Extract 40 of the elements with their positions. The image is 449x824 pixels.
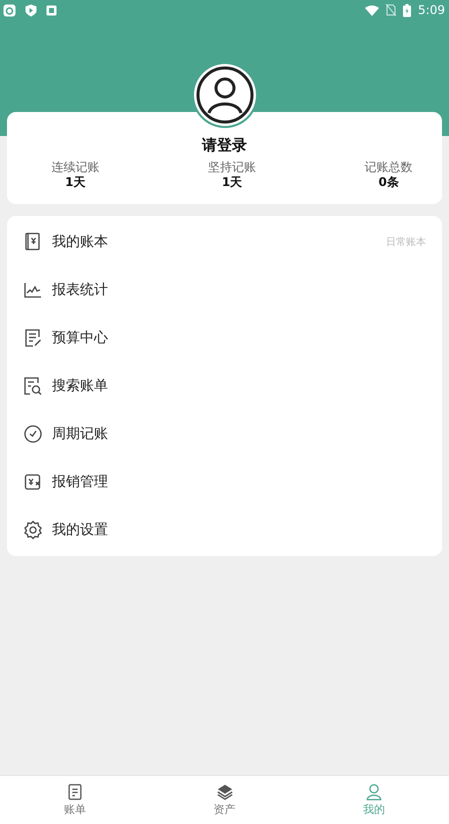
menu-label: 我的账本 <box>52 233 108 251</box>
menu-item[interactable]: 我的账本 日常账本 <box>7 218 442 266</box>
menu-label: 报销管理 <box>52 473 108 491</box>
settings-icon <box>23 520 43 540</box>
shield-icon <box>25 4 37 16</box>
menu-label: 搜索账单 <box>52 377 108 395</box>
bill-icon <box>66 783 84 801</box>
menu-item[interactable]: 报表统计 <box>7 266 442 314</box>
receipt-icon <box>23 472 43 492</box>
app-notification-icon <box>46 4 57 16</box>
no-sim-icon <box>386 4 396 16</box>
nav-tab[interactable]: 账单 <box>0 776 150 824</box>
app-notification-icon <box>3 4 16 16</box>
stat-label: 坚持记账 <box>208 160 256 175</box>
stat-label: 连续记账 <box>51 160 100 175</box>
menu-item[interactable]: 搜索账单 <box>7 362 442 410</box>
status-time: 5:09 <box>418 3 445 17</box>
search-document-icon <box>23 376 43 396</box>
menu-item[interactable]: 周期记账 <box>7 410 442 458</box>
menu-item[interactable]: 报销管理 <box>7 458 442 506</box>
menu-item[interactable]: 预算中心 <box>7 314 442 362</box>
clock-icon <box>23 424 43 444</box>
stat-value: 1天 <box>222 175 242 190</box>
stat-label: 记账总数 <box>364 160 413 175</box>
layers-icon <box>216 783 234 801</box>
line-chart-icon <box>23 280 43 300</box>
menu-item[interactable]: 我的设置 <box>7 506 442 554</box>
menu-label: 周期记账 <box>52 425 108 443</box>
person-icon <box>365 783 384 801</box>
wifi-icon <box>365 4 380 16</box>
menu-label: 我的设置 <box>52 521 108 539</box>
nav-tab[interactable]: 资产 <box>150 776 300 824</box>
menu-label: 预算中心 <box>52 329 108 347</box>
menu-label: 报表统计 <box>52 281 108 299</box>
document-edit-icon <box>23 328 43 348</box>
stat-value: 1天 <box>65 175 86 190</box>
stat-value: 0条 <box>378 175 399 190</box>
battery-icon <box>403 4 412 16</box>
menu-value: 日常账本 <box>386 236 426 249</box>
login-link[interactable]: 请登录 <box>202 136 247 155</box>
